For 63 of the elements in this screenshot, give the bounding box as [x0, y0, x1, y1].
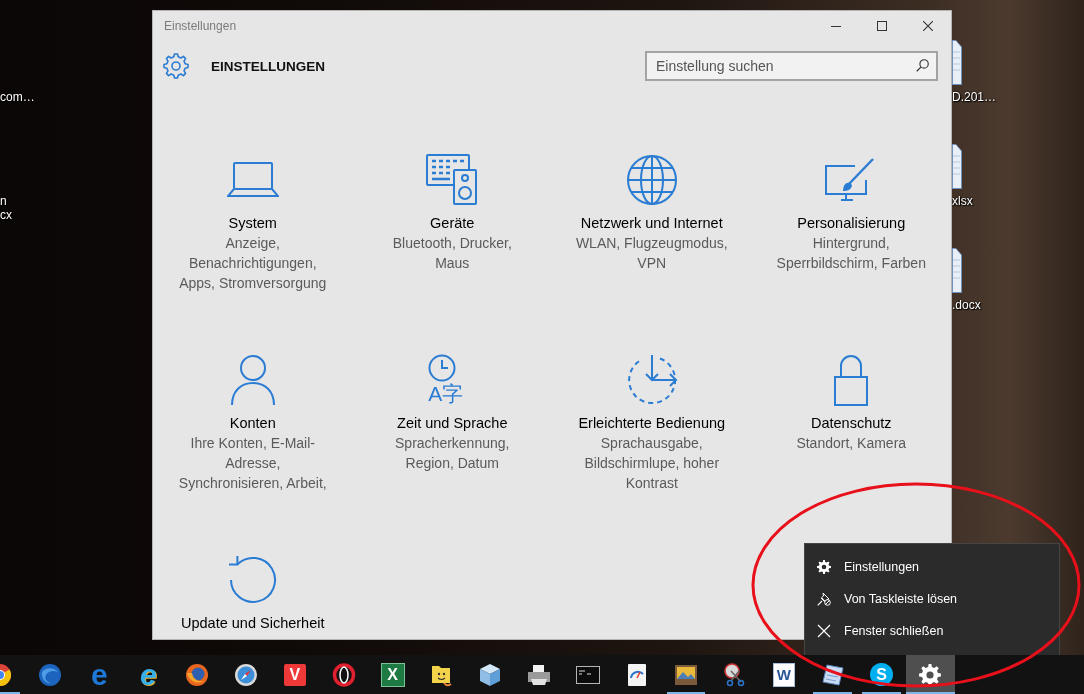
category-description: WLAN, Flugzeugmodus, VPN — [574, 234, 729, 273]
category-title[interactable]: System — [228, 213, 277, 233]
taskbar-button[interactable]: X — [368, 655, 418, 694]
file-label: n cx — [0, 194, 12, 222]
circular-arrow-icon — [226, 554, 279, 606]
laptop-icon — [226, 162, 279, 198]
category-description: Bluetooth, Drucker, Maus — [391, 234, 513, 273]
icon-letters: A字 — [428, 382, 464, 406]
file-label: .docx — [952, 298, 981, 312]
maximize-icon — [877, 21, 887, 31]
file-label: D.201… — [952, 90, 997, 104]
category-description: Spracherkennung, Region, Datum — [394, 434, 511, 473]
page-heading: EINSTELLUNGEN — [211, 58, 326, 74]
globe-icon — [38, 662, 63, 687]
category-title[interactable]: Netzwerk und Internet — [580, 213, 723, 233]
category-title[interactable]: Update und Sicherheit — [181, 613, 325, 633]
window-title: Einstellungen — [164, 19, 238, 33]
category-description: Standort, Kamera — [795, 434, 908, 453]
gear-icon — [817, 560, 831, 574]
menu-item[interactable]: Von Taskleiste lösen — [805, 583, 1059, 615]
category-title[interactable]: Datenschutz — [810, 413, 892, 433]
ring-icon — [331, 662, 356, 687]
search-icon[interactable] — [916, 59, 929, 72]
unpin-icon — [817, 592, 831, 606]
menu-item[interactable]: Fenster schließen — [805, 615, 1059, 647]
globe-icon — [625, 154, 678, 206]
category-title[interactable]: Erleichterte Bedienung — [578, 413, 726, 433]
compass-icon — [234, 662, 258, 687]
category-title[interactable]: Zeit und Sprache — [397, 413, 508, 433]
file-icon[interactable] — [952, 40, 962, 85]
clock-icon — [428, 354, 457, 382]
keyboard-speaker-icon — [426, 154, 479, 206]
printer-icon — [527, 662, 552, 687]
scissors-icon — [722, 662, 747, 687]
gear-icon — [918, 662, 943, 687]
category-description: Anzeige, Benachrichtigungen, Apps, Stromversorgung — [178, 234, 328, 293]
close-icon — [817, 624, 831, 638]
file-label: xlsx — [952, 194, 973, 208]
menu-item[interactable]: Einstellungen — [805, 551, 1059, 583]
file-icon[interactable] — [952, 248, 962, 293]
dashed-circle-arrows-icon — [625, 354, 678, 406]
close-icon — [923, 21, 933, 31]
category-title[interactable]: Konten — [229, 413, 276, 433]
photo-frame-icon — [674, 662, 698, 687]
globe-flame-icon — [185, 662, 210, 687]
search-field[interactable]: Einstellung suchen — [645, 51, 938, 81]
padlock-icon — [833, 354, 870, 406]
file-label: com… — [0, 90, 35, 104]
taskbar-button[interactable] — [906, 655, 955, 694]
category-title[interactable]: Personalisierung — [797, 213, 906, 233]
taskbar-button[interactable]: V — [270, 655, 320, 694]
category-description: Sprachausgabe, Bildschirmlupe, hoher Kontrast — [583, 434, 721, 493]
category-title[interactable]: Geräte — [430, 213, 475, 233]
file-icon[interactable] — [952, 144, 962, 189]
notepad-icon — [820, 662, 845, 687]
taskbar-button[interactable]: e — [74, 655, 124, 694]
cube-icon — [478, 662, 503, 687]
category-description: Hintergrund, Sperrbildschirm, Farben — [775, 234, 927, 273]
settings-icon — [163, 53, 189, 79]
taskbar-button[interactable]: W — [759, 655, 809, 694]
taskbar-button[interactable]: e — [123, 655, 173, 694]
minimize-icon — [831, 25, 841, 27]
category-description: Ihre Konten, E-Mail-Adresse, Synchronisieren, Arbeit, — [177, 434, 328, 493]
